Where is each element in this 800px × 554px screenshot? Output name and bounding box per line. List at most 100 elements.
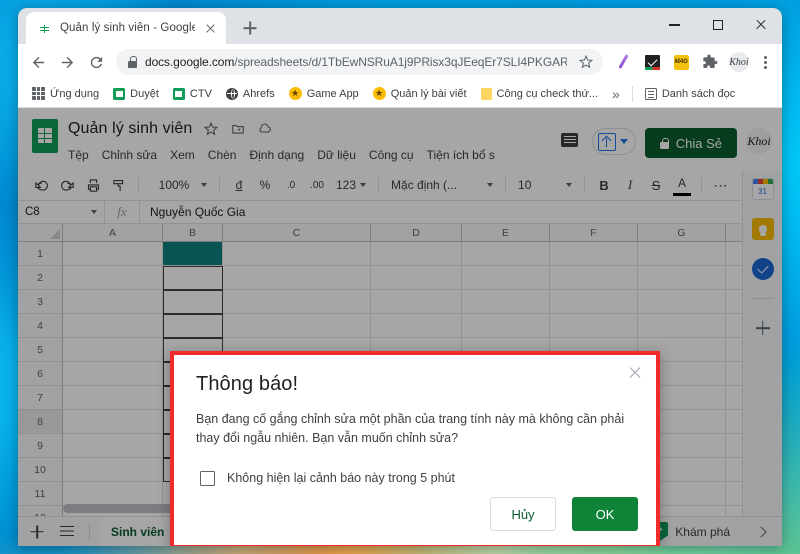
share-button[interactable]: Chia Sẻ <box>644 128 737 158</box>
name-box[interactable]: C8 <box>18 201 104 223</box>
cell[interactable] <box>637 314 726 338</box>
menu-item-dinh-dang[interactable]: Định dạng <box>249 148 304 162</box>
more-formats-selector[interactable]: 123 <box>330 173 372 197</box>
cell[interactable] <box>637 266 726 290</box>
google-tasks-icon[interactable] <box>751 258 774 280</box>
cell[interactable] <box>63 290 163 314</box>
bookmark-duyet[interactable]: Duyệt <box>107 85 165 103</box>
bookmarks-overflow-icon[interactable]: » <box>606 86 626 102</box>
ok-button[interactable]: OK <box>572 497 638 531</box>
present-button[interactable] <box>591 128 636 155</box>
address-bar[interactable]: docs.google.com/spreadsheets/d/1TbEwNSRu… <box>116 49 603 75</box>
cell[interactable] <box>461 290 550 314</box>
cell[interactable] <box>370 314 462 338</box>
cell[interactable] <box>461 314 550 338</box>
google-keep-icon[interactable] <box>751 218 774 240</box>
pen-extension-icon[interactable] <box>611 50 635 74</box>
cell[interactable] <box>63 482 163 506</box>
cell[interactable] <box>63 434 163 458</box>
column-header-a[interactable]: A <box>63 224 163 241</box>
back-icon[interactable] <box>24 48 52 76</box>
column-header-c[interactable]: C <box>223 224 371 241</box>
google-calendar-icon[interactable]: 31 <box>751 178 774 200</box>
column-header-e[interactable]: E <box>462 224 550 241</box>
reload-icon[interactable] <box>82 48 110 76</box>
cell[interactable] <box>162 265 223 290</box>
select-all-corner[interactable] <box>18 224 63 241</box>
column-header-f[interactable]: F <box>550 224 638 241</box>
cell[interactable] <box>222 290 371 314</box>
italic-button[interactable]: I <box>617 173 643 197</box>
cell[interactable] <box>63 266 163 290</box>
menu-item-cong-cu[interactable]: Công cụ <box>369 148 414 162</box>
comment-icon[interactable] <box>557 128 583 152</box>
text-color-button[interactable]: A <box>669 173 695 197</box>
cell[interactable] <box>63 410 163 434</box>
strikethrough-button[interactable]: S <box>643 173 669 197</box>
profile-avatar[interactable]: Khoi <box>727 50 751 74</box>
increase-decimal-button[interactable]: .00 <box>304 173 330 197</box>
cell[interactable] <box>550 242 638 266</box>
star-icon[interactable] <box>202 121 219 138</box>
column-header-d[interactable]: D <box>371 224 462 241</box>
cell[interactable] <box>370 266 462 290</box>
all-sheets-icon[interactable] <box>54 520 80 544</box>
menu-item-tep[interactable]: Tệp <box>68 148 89 162</box>
cell[interactable] <box>163 242 223 266</box>
zoom-selector[interactable]: 100% <box>145 173 213 197</box>
percent-format-button[interactable]: % <box>252 173 278 197</box>
decrease-decimal-button[interactable]: .0 <box>278 173 304 197</box>
reading-list-button[interactable]: Danh sách đọc <box>639 85 741 103</box>
cell[interactable] <box>63 458 163 482</box>
menu-item-tien-ich-bo-sung[interactable]: Tiện ích bổ s <box>427 148 495 162</box>
row-header[interactable]: 3 <box>18 290 62 314</box>
cell[interactable] <box>222 266 371 290</box>
checkmark-extension-icon[interactable] <box>640 50 664 74</box>
row-header[interactable]: 4 <box>18 314 62 338</box>
cell[interactable] <box>637 290 726 314</box>
bookmark-quan-ly-bai-viet[interactable]: ★ Quản lý bài viết <box>367 84 473 103</box>
cell[interactable] <box>638 242 726 266</box>
column-header-b[interactable]: B <box>163 224 223 241</box>
cell[interactable] <box>549 266 638 290</box>
cancel-button[interactable]: Hủy <box>490 497 556 531</box>
row-header[interactable]: 11 <box>18 482 62 506</box>
cell[interactable] <box>162 313 223 338</box>
font-selector[interactable]: Mặc định (... <box>385 173 499 197</box>
bookmark-ahrefs[interactable]: Ahrefs <box>220 85 281 103</box>
cell[interactable] <box>63 242 163 266</box>
row-header[interactable]: 10 <box>18 458 62 482</box>
close-window-button[interactable] <box>739 8 782 42</box>
tab-close-icon[interactable] <box>203 21 218 36</box>
menu-item-xem[interactable]: Xem <box>170 148 195 162</box>
document-title[interactable]: Quản lý sinh viên <box>68 120 192 138</box>
menu-item-chen[interactable]: Chèn <box>208 148 237 162</box>
new-tab-button[interactable] <box>236 14 264 42</box>
browser-tab[interactable]: Quản lý sinh viên - Google Trang <box>26 12 226 44</box>
cell[interactable] <box>63 338 163 362</box>
row-header-selected[interactable]: 8 <box>18 410 62 434</box>
font-size-selector[interactable]: 10 <box>512 173 578 197</box>
paint-format-icon[interactable] <box>106 173 132 197</box>
currency-format-button[interactable]: đ <box>226 173 252 197</box>
cell[interactable] <box>370 290 462 314</box>
checkbox-box[interactable] <box>200 470 215 486</box>
cell[interactable] <box>222 314 371 338</box>
row-header[interactable]: 5 <box>18 338 62 362</box>
row-header[interactable]: 2 <box>18 266 62 290</box>
add-on-plus-icon[interactable] <box>752 317 774 339</box>
cell[interactable] <box>461 266 550 290</box>
more-toolbar-button[interactable]: ⋯ <box>708 173 734 197</box>
expand-explore-icon[interactable] <box>746 525 776 538</box>
cell[interactable] <box>63 386 163 410</box>
cell[interactable] <box>549 290 638 314</box>
cell[interactable] <box>162 289 223 314</box>
bold-button[interactable]: B <box>591 173 617 197</box>
row-header[interactable]: 6 <box>18 362 62 386</box>
formula-input[interactable]: Nguyễn Quốc Gia <box>140 205 782 219</box>
cell[interactable] <box>63 314 163 338</box>
menu-item-du-lieu[interactable]: Dữ liệu <box>317 148 356 162</box>
add-sheet-button[interactable] <box>24 520 50 544</box>
column-header-g[interactable]: G <box>638 224 726 241</box>
cell[interactable] <box>371 242 462 266</box>
